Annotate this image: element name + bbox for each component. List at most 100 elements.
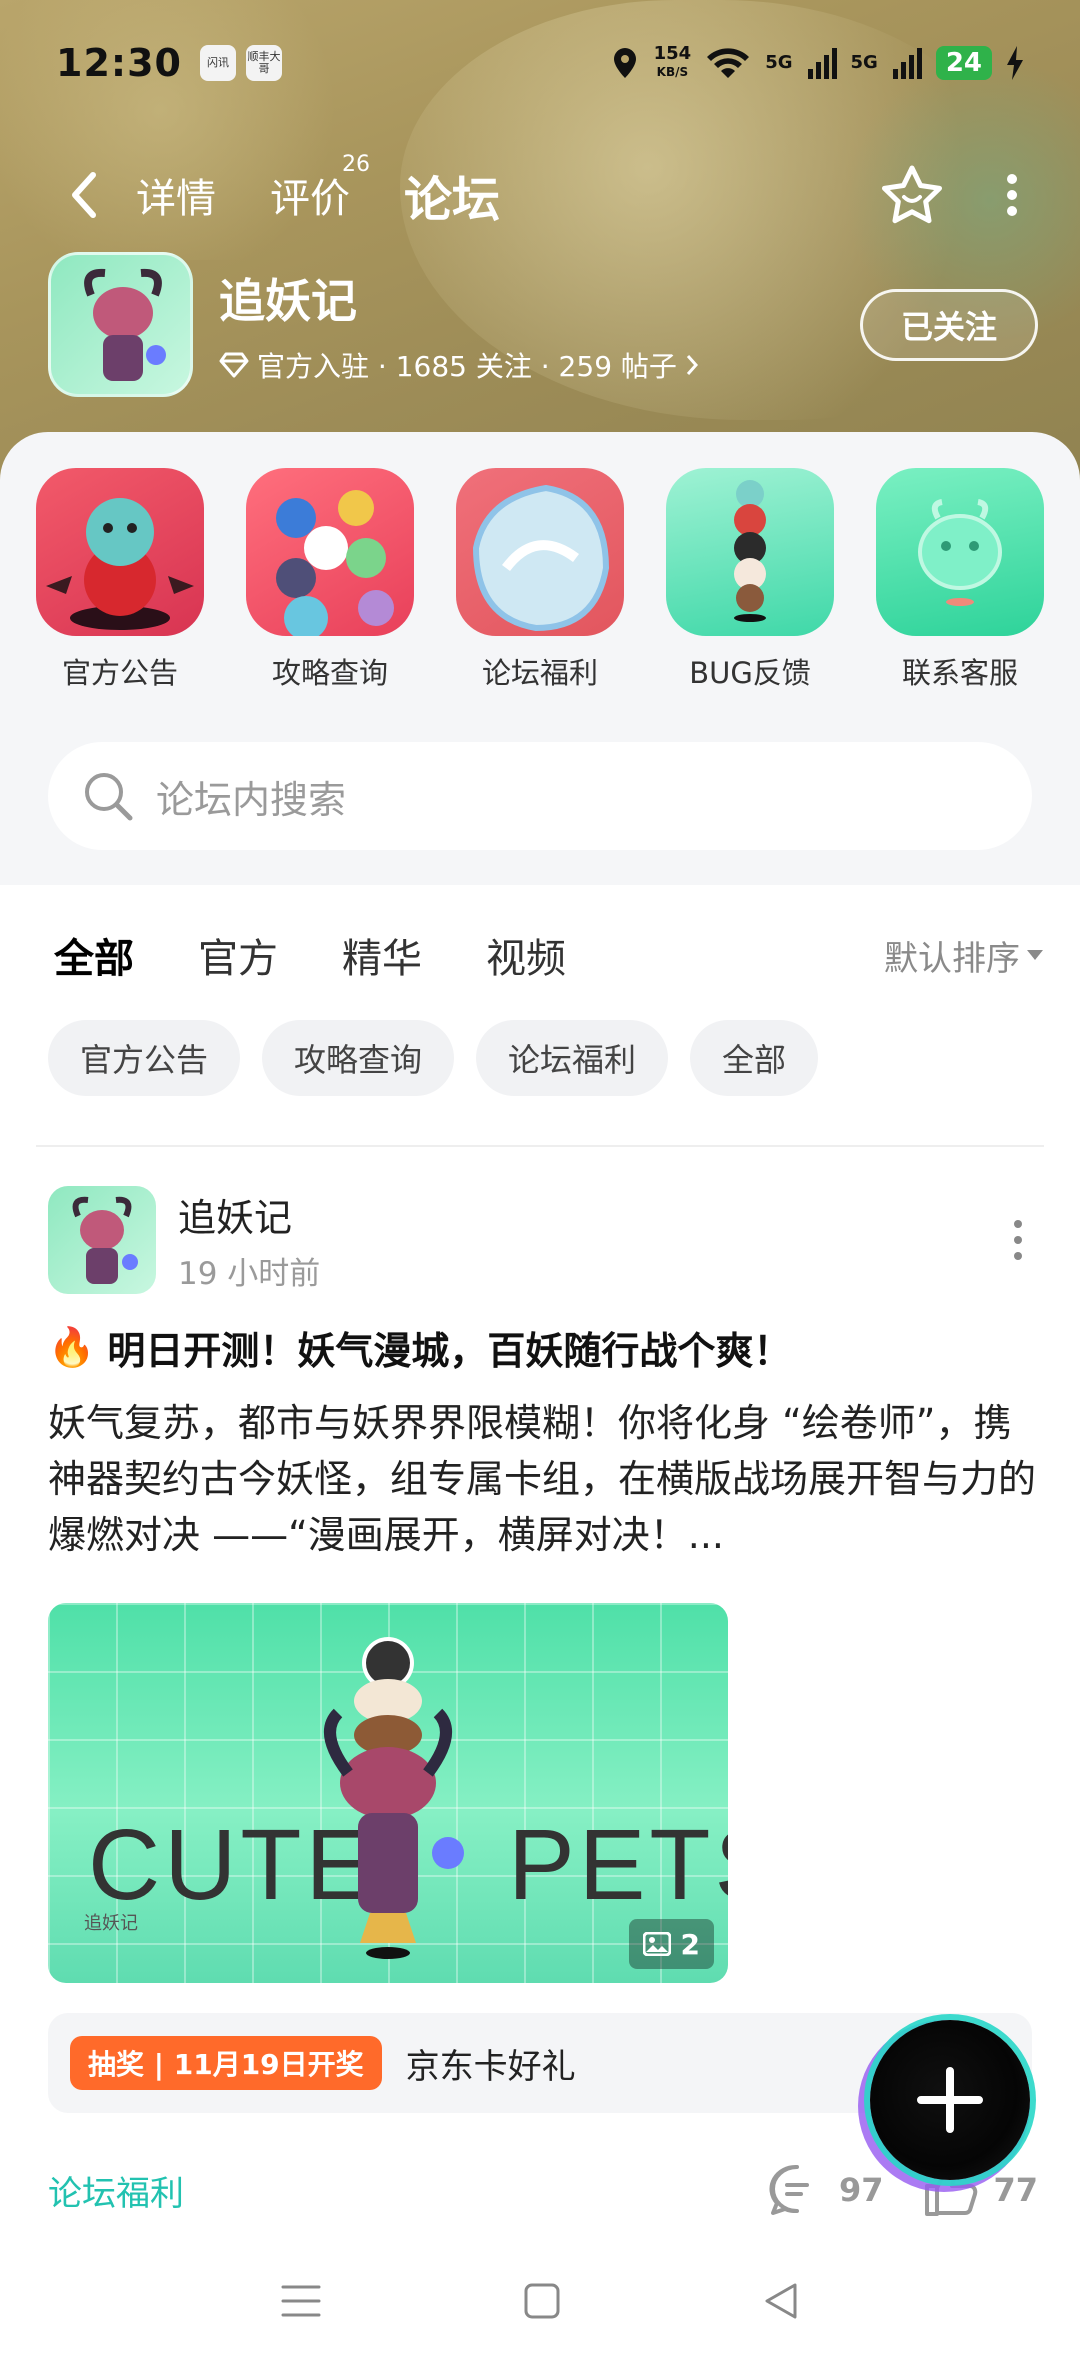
shortcut-thumbnail (876, 468, 1044, 636)
comment-button[interactable]: 97 (769, 2163, 884, 2217)
lottery-badge: 抽奖 | 11月19日开奖 (70, 2036, 382, 2090)
category-chips: 官方公告 攻略查询 论坛福利 全部 (48, 1020, 819, 1096)
tab-reviews[interactable]: 评价 26 (270, 152, 370, 224)
image-count-badge: 2 (628, 1919, 714, 1969)
dot (1014, 1236, 1022, 1244)
post-header: 追妖记 19 小时前 (48, 1185, 1038, 1295)
shortcut-official-announcement[interactable]: 官方公告 (36, 468, 204, 692)
sort-dropdown[interactable]: 默认排序 (884, 931, 1044, 980)
search-placeholder: 论坛内搜索 (156, 777, 347, 822)
post-body[interactable]: 妖气复苏，都市与妖界界限模糊！你将化身 “绘卷师”，携神器契约古今妖怪，组专属卡… (48, 1395, 1038, 1563)
follow-button[interactable]: 已关注 (860, 288, 1038, 361)
app-name: 追妖记 (219, 273, 357, 328)
fire-icon: 🔥 (48, 1325, 96, 1369)
chip-guide-lookup[interactable]: 攻略查询 (262, 1020, 455, 1096)
chevron-left-icon (72, 172, 96, 218)
author-name[interactable]: 追妖记 (178, 1187, 320, 1242)
shortcut-thumbnail (456, 468, 624, 636)
image-count: 2 (680, 1927, 700, 1961)
diamond-verified-icon (219, 352, 249, 377)
signal-bars-icon (892, 47, 922, 79)
chip-all[interactable]: 全部 (690, 1020, 819, 1096)
back-triangle-icon[interactable] (761, 2281, 801, 2321)
post-stats: 97 77 (769, 2163, 1038, 2217)
shortcut-customer-service[interactable]: 联系客服 (876, 468, 1044, 692)
location-icon (613, 47, 636, 78)
back-button[interactable] (60, 165, 108, 225)
menu-icon[interactable] (279, 2281, 323, 2321)
tab-reviews-label: 评价 (270, 176, 350, 222)
chevron-right-icon (686, 354, 698, 375)
shortcut-bug-report[interactable]: BUG反馈 (666, 468, 834, 692)
app-icon-art (84, 268, 166, 381)
app-meta[interactable]: 官方入驻 · 1685 关注 · 259 帖子 (219, 345, 699, 385)
chip-official-announcement[interactable]: 官方公告 (48, 1020, 241, 1096)
filter-tab-video[interactable]: 视频 (486, 926, 566, 984)
shortcut-label: BUG反馈 (689, 656, 811, 690)
post-more-button[interactable] (998, 1210, 1038, 1270)
shortcut-label: 官方公告 (61, 656, 178, 690)
filter-tab-all[interactable]: 全部 (54, 926, 134, 990)
status-bar: 12:30 闪讯 顺丰大哥 154 KB/S 5G 5G 24 (0, 0, 1080, 125)
shortcut-label: 论坛福利 (481, 656, 598, 690)
comment-count: 97 (838, 2171, 884, 2209)
dot (1014, 1252, 1022, 1260)
favorite-star-icon[interactable] (880, 163, 944, 227)
home-square-icon[interactable] (522, 2281, 562, 2321)
network-speed: 154 KB/S (653, 42, 692, 79)
image-icon (642, 1932, 671, 1956)
status-right-group: 154 KB/S 5G 5G 24 (610, 42, 1024, 81)
shortcut-guide-lookup[interactable]: 攻略查询 (246, 468, 414, 692)
wifi-icon (707, 47, 750, 78)
image-character-art (324, 1637, 464, 1959)
plus-icon (917, 2067, 983, 2133)
top-nav: 详情 评价 26 论坛 (0, 150, 1080, 240)
post-footer: 论坛福利 97 77 (48, 2155, 1038, 2225)
signal-5g-icon: 5G (765, 52, 793, 73)
lottery-prize: 京东卡好礼 (405, 2046, 576, 2087)
tab-forum[interactable]: 论坛 (404, 160, 501, 230)
shortcut-row: 官方公告 攻略查询 论坛福利 BUG反馈 联系客服 (36, 468, 1080, 692)
tab-details[interactable]: 详情 (136, 166, 216, 224)
post-title[interactable]: 🔥 明日开测！妖气漫城，百妖随行战个爽！ (48, 1320, 1038, 1375)
app-meta-text: 官方入驻 · 1685 关注 · 259 帖子 (257, 349, 677, 383)
filter-tab-official[interactable]: 官方 (198, 926, 278, 984)
post-image[interactable]: CUTE PETS 追妖记 2 (48, 1603, 728, 1983)
signal-5g-icon: 5G (850, 52, 878, 73)
signal-bars-icon (807, 47, 837, 79)
more-vertical-icon[interactable] (1004, 171, 1020, 219)
review-count-badge: 26 (342, 152, 370, 177)
filter-tab-featured[interactable]: 精华 (342, 926, 422, 984)
app-icon[interactable] (48, 252, 193, 397)
search-bar[interactable]: 论坛内搜索 (48, 742, 1032, 850)
shortcut-thumbnail (666, 468, 834, 636)
filter-tabs: 全部 官方 精华 视频 默认排序 (54, 915, 1044, 995)
like-count: 77 (993, 2171, 1038, 2209)
shortcut-label: 联系客服 (901, 656, 1018, 690)
image-text-pets: PETS (508, 1809, 728, 1921)
avatar[interactable] (48, 1186, 156, 1294)
dot (1014, 1220, 1022, 1228)
comment-icon (769, 2164, 809, 2215)
nav-actions (880, 163, 1020, 227)
create-post-button[interactable] (870, 2020, 1030, 2180)
notification-app-icon: 顺丰大哥 (245, 44, 282, 81)
author-info: 追妖记 19 小时前 (178, 1187, 320, 1293)
app-info: 追妖记 官方入驻 · 1685 关注 · 259 帖子 已关注 (48, 252, 1038, 397)
chip-forum-benefits[interactable]: 论坛福利 (476, 1020, 669, 1096)
post-category-tag[interactable]: 论坛福利 (48, 2166, 184, 2215)
shortcut-forum-benefits[interactable]: 论坛福利 (456, 468, 624, 692)
sort-label: 默认排序 (884, 938, 1020, 979)
divider (36, 1145, 1044, 1147)
caret-down-icon (1027, 950, 1043, 960)
image-caption: 追妖记 (84, 1913, 138, 1934)
post-title-text: 明日开测！妖气漫城，百妖随行战个爽！ (107, 1329, 792, 1373)
status-time: 12:30 (56, 40, 182, 85)
system-nav-bar (0, 2226, 1080, 2376)
search-icon (85, 773, 133, 821)
shortcut-thumbnail (246, 468, 414, 636)
battery-level: 24 (935, 45, 992, 80)
notification-app-icon: 闪讯 (199, 44, 236, 81)
shortcut-label: 攻略查询 (271, 656, 388, 690)
app-info-text: 追妖记 官方入驻 · 1685 关注 · 259 帖子 (219, 265, 699, 385)
